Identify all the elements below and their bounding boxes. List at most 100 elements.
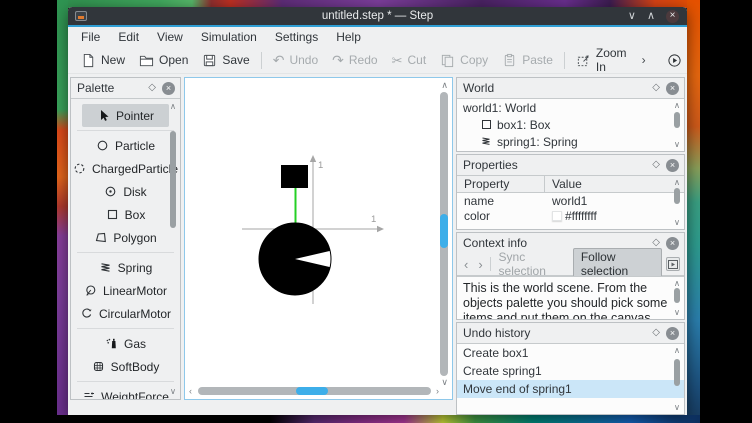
zoom-in-button[interactable]: Zoom In [569, 49, 634, 72]
menu-file[interactable]: File [72, 30, 109, 44]
palette-item-box[interactable]: Box [71, 203, 180, 226]
titlebar[interactable]: untitled.step * — Step ∨ ∧ × [68, 7, 687, 25]
float-panel-icon[interactable]: ◇ [652, 238, 660, 248]
menu-settings[interactable]: Settings [266, 30, 327, 44]
menu-edit[interactable]: Edit [109, 30, 148, 44]
scroll-up-icon[interactable]: ∧ [441, 81, 448, 90]
palette-close-icon[interactable]: × [162, 82, 175, 95]
palette-scrollbar[interactable]: ∧ ∨ [168, 102, 178, 396]
context-info-scrollbar-thumb[interactable] [674, 288, 680, 302]
scroll-up-icon[interactable]: ∧ [168, 102, 178, 111]
scroll-down-icon[interactable]: ∨ [672, 218, 682, 227]
copy-button[interactable]: Copy [433, 49, 495, 72]
palette-item-linearmotor[interactable]: LinearMotor [71, 279, 180, 302]
tree-item-world1[interactable]: world1: World [457, 99, 684, 116]
back-button[interactable]: ‹ [461, 258, 471, 271]
open-button[interactable]: Open [132, 49, 195, 72]
window-controls: ∨ ∧ × [628, 10, 687, 23]
undo-button[interactable]: ↶ Undo [266, 49, 325, 72]
canvas-h-scrollbar-thumb[interactable] [296, 387, 329, 395]
undo-history-scrollbar-thumb[interactable] [674, 359, 680, 385]
canvas-v-scrollbar-thumb[interactable] [440, 214, 448, 248]
float-panel-icon[interactable]: ◇ [148, 83, 156, 93]
palette-item-polygon[interactable]: Polygon [71, 226, 180, 249]
properties-scrollbar[interactable]: ∧ ∨ [672, 178, 682, 227]
property-row-color[interactable]: color #ffffffff [457, 208, 684, 223]
palette-item-chargedparticle[interactable]: ChargedParticle [71, 157, 180, 180]
undo-item-create-spring1[interactable]: Create spring1 [457, 362, 684, 380]
palette-item-gas[interactable]: Gas [71, 332, 180, 355]
undo-history-scrollbar[interactable]: ∧ ∨ [672, 346, 682, 412]
canvas-h-scrollbar[interactable] [198, 387, 431, 395]
palette-item-pointer[interactable]: Pointer [82, 104, 169, 127]
scroll-up-icon[interactable]: ∧ [672, 346, 682, 355]
property-value: #ffffffff [545, 208, 684, 223]
properties-scrollbar-thumb[interactable] [674, 188, 680, 205]
redo-button[interactable]: ↷ Redo [325, 49, 384, 72]
undo-history-body: Create box1 Create spring1 Move end of s… [457, 343, 684, 414]
scroll-down-icon[interactable]: ∨ [672, 308, 682, 317]
palette-item-label: SoftBody [111, 360, 160, 374]
property-row-name[interactable]: name world1 [457, 193, 684, 208]
menu-simulation[interactable]: Simulation [192, 30, 266, 44]
disk-shape[interactable] [259, 223, 331, 295]
undo-item-create-box1[interactable]: Create box1 [457, 344, 684, 362]
scroll-right-icon[interactable]: › [436, 387, 439, 396]
context-info-scrollbar[interactable]: ∧ ∨ [672, 279, 682, 317]
scroll-up-icon[interactable]: ∧ [672, 101, 682, 110]
scroll-down-icon[interactable]: ∨ [168, 387, 178, 396]
world-canvas[interactable]: 1 1 [184, 77, 453, 400]
main-content: Palette ◇ × Pointer Particle [68, 74, 687, 415]
save-button[interactable]: Save [195, 49, 256, 72]
column-property[interactable]: Property [457, 176, 545, 192]
close-button[interactable]: × [666, 10, 679, 23]
properties-close-icon[interactable]: × [666, 159, 679, 172]
world-close-icon[interactable]: × [666, 82, 679, 95]
scroll-up-icon[interactable]: ∧ [672, 178, 682, 187]
world-header: World ◇ × [457, 78, 684, 98]
canvas-v-scrollbar[interactable] [440, 92, 448, 376]
menu-help[interactable]: Help [327, 30, 370, 44]
tree-item-spring1[interactable]: spring1: Spring [457, 133, 684, 150]
maximize-button[interactable]: ∧ [647, 11, 655, 22]
disk-icon [104, 185, 117, 198]
palette-item-circularmotor[interactable]: CircularMotor [71, 302, 180, 325]
palette-item-label: Pointer [116, 109, 154, 123]
simulate-button[interactable]: Simulate [660, 49, 687, 72]
palette-item-spring[interactable]: Spring [71, 256, 180, 279]
cut-button[interactable]: ✂ Cut [385, 49, 434, 72]
menu-view[interactable]: View [148, 30, 192, 44]
paste-button[interactable]: Paste [495, 49, 560, 72]
scroll-down-icon[interactable]: ∨ [441, 378, 448, 387]
scroll-down-icon[interactable]: ∨ [672, 403, 682, 412]
context-info-close-icon[interactable]: × [666, 237, 679, 250]
scroll-up-icon[interactable]: ∧ [672, 279, 682, 288]
float-panel-icon[interactable]: ◇ [652, 83, 660, 93]
tree-item-box1[interactable]: box1: Box [457, 116, 684, 133]
palette-separator [77, 328, 174, 329]
undo-icon: ↶ [273, 53, 285, 67]
palette-item-softbody[interactable]: SoftBody [71, 355, 180, 378]
palette-scrollbar-thumb[interactable] [170, 131, 176, 228]
column-value[interactable]: Value [545, 176, 684, 192]
world-scrollbar[interactable]: ∧ ∨ [672, 101, 682, 149]
world-scrollbar-thumb[interactable] [674, 112, 680, 129]
palette-item-particle[interactable]: Particle [71, 134, 180, 157]
undo-item-move-end-of-spring1[interactable]: Move end of spring1 [457, 380, 684, 398]
sync-selection-button[interactable]: Sync selection [495, 250, 569, 278]
box1-shape[interactable] [281, 165, 308, 188]
scroll-down-icon[interactable]: ∨ [672, 140, 682, 149]
forward-button[interactable]: › [475, 258, 485, 271]
minimize-button[interactable]: ∨ [628, 11, 636, 22]
palette-item-weightforce[interactable]: WeightForce [71, 385, 180, 399]
float-panel-icon[interactable]: ◇ [652, 328, 660, 338]
toolbar-overflow-button[interactable]: › [634, 54, 654, 66]
new-button[interactable]: New [74, 49, 132, 72]
palette-item-disk[interactable]: Disk [71, 180, 180, 203]
polygon-icon [94, 231, 107, 244]
scroll-left-icon[interactable]: ‹ [189, 387, 192, 396]
properties-header: Properties ◇ × [457, 155, 684, 175]
undo-history-close-icon[interactable]: × [666, 327, 679, 340]
open-in-browser-button[interactable] [666, 257, 680, 271]
float-panel-icon[interactable]: ◇ [652, 160, 660, 170]
